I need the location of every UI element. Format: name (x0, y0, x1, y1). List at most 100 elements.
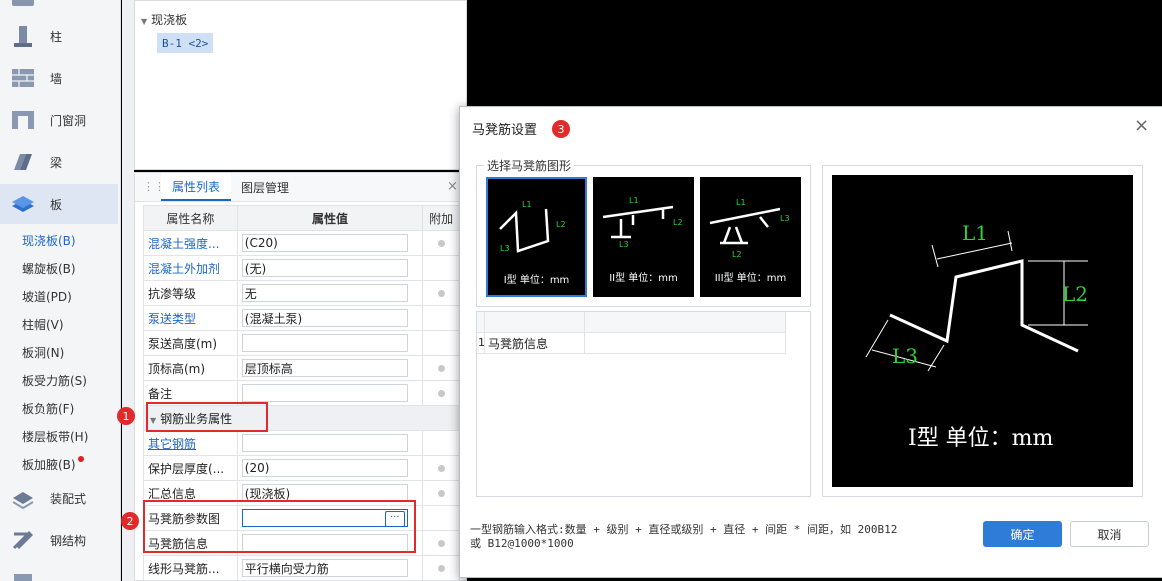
svg-text:L2: L2 (556, 220, 566, 229)
close-icon[interactable]: × (447, 179, 458, 194)
sidebar-item-beam[interactable]: 梁 (0, 142, 118, 182)
sidebar-sub-floor-strip[interactable]: 楼层板带(H) (22, 428, 88, 445)
table-row[interactable]: 混凝土外加剂 (无) (143, 255, 460, 281)
tree-group[interactable]: ▼ 现浇板 (141, 11, 187, 28)
sidebar-sub-cast-slab[interactable]: 现浇板(B) (22, 232, 76, 249)
shape-caption: III型 单位：mm (714, 273, 787, 284)
svg-text:L1: L1 (522, 200, 532, 209)
svg-text:L1: L1 (629, 196, 639, 205)
preview-image: L1 L2 L3 I型 单位：mm (832, 175, 1133, 487)
grid-icon (12, 0, 34, 6)
prop-value-field[interactable] (241, 384, 408, 402)
sidebar-item-label: 柱 (50, 29, 63, 44)
table-row[interactable]: 顶标高(m) 层顶标高 (143, 355, 460, 381)
table-row[interactable]: 线形马凳筋... 平行横向受力筋 (143, 555, 460, 581)
steel-structure-icon (10, 528, 36, 552)
tree-group-label: 现浇板 (151, 13, 188, 27)
label-l2: L2 (1062, 282, 1088, 306)
sidebar-item-prefab[interactable]: 装配式 (0, 478, 118, 518)
extra-checkbox[interactable] (437, 289, 445, 297)
tab-layer-management[interactable]: 图层管理 (235, 173, 295, 201)
extra-checkbox[interactable] (437, 239, 445, 247)
sidebar-item-label: 装配式 (50, 491, 87, 506)
table-row[interactable]: 保护层厚度(... (20) (143, 455, 460, 481)
svg-text:L1: L1 (736, 198, 746, 207)
prop-value-field[interactable]: (C20) (241, 234, 408, 252)
extra-checkbox[interactable] (437, 464, 445, 472)
extra-checkbox[interactable] (437, 539, 445, 547)
sidebar-item-label: 板 (50, 197, 63, 212)
prop-value-field[interactable]: (混凝土泵) (241, 309, 408, 327)
prop-value-field[interactable] (241, 434, 408, 452)
table-row[interactable]: 泵送高度(m) (143, 330, 460, 356)
prop-value-field[interactable]: 平行横向受力筋 (241, 559, 408, 577)
prop-value-field[interactable]: (无) (241, 259, 408, 277)
sidebar-sub-slab-hole[interactable]: 板洞(N) (22, 344, 64, 361)
table-row[interactable]: 抗渗等级 无 (143, 280, 460, 306)
stirrup-info-input[interactable] (585, 332, 784, 353)
table-row[interactable]: 1 马凳筋信息 (477, 332, 786, 354)
prop-value-field[interactable]: 无 (241, 284, 408, 302)
shape-caption: I型 单位：mm (503, 275, 570, 286)
door-window-icon (10, 108, 36, 132)
sidebar-sub-ramp[interactable]: 坡道(PD) (22, 288, 72, 305)
highlight-box-2 (143, 500, 416, 553)
sidebar-item-column[interactable]: 柱 (0, 16, 118, 56)
more-category-icon (10, 570, 36, 581)
row-label: 马凳筋信息 (488, 337, 549, 351)
svg-text:L3: L3 (500, 244, 510, 253)
annotation-badge-3: 3 (552, 120, 570, 138)
sidebar-sub-column-cap[interactable]: 柱帽(V) (22, 316, 64, 333)
prop-value-field[interactable] (241, 334, 408, 352)
svg-text:L2: L2 (673, 218, 683, 227)
annotation-badge-1: 1 (117, 407, 135, 425)
tree-expand-icon[interactable]: ▼ (141, 17, 147, 26)
splitter[interactable] (122, 0, 134, 581)
extra-checkbox[interactable] (437, 364, 445, 372)
sidebar-item-more[interactable] (0, 562, 118, 581)
preview-panel: L1 L2 L3 I型 单位：mm (822, 165, 1143, 497)
extra-checkbox[interactable] (437, 489, 445, 497)
prop-name: 泵送类型 (143, 305, 238, 331)
tab-property-list[interactable]: 属性列表 (161, 173, 231, 201)
sidebar-sub-slab-haunch[interactable]: 板加腋(B) (22, 456, 84, 473)
sidebar-item-label: 梁 (50, 155, 63, 170)
prop-value-field[interactable]: (20) (241, 459, 408, 477)
sidebar-item-wall[interactable]: 墙 (0, 58, 118, 98)
prop-name: 抗渗等级 (143, 280, 238, 306)
prop-value-field[interactable]: 层顶标高 (241, 359, 408, 377)
shape-option-type3[interactable]: L1 L3 L2 III型 单位：mm (700, 177, 801, 297)
tree-item-b1[interactable]: B-1 <2> (157, 33, 214, 53)
prop-name: 线形马凳筋... (143, 555, 238, 581)
sidebar-item-steel[interactable]: 钢结构 (0, 520, 118, 560)
shape-option-type2[interactable]: L1 L2 L3 II型 单位：mm (593, 177, 694, 297)
left-sidebar: 柱 墙 门窗洞 梁 板 现浇板(B) 螺旋板(B) 坡道(PD) 柱帽(V) 板… (0, 0, 121, 581)
stirrup-preview-drawing: L1 L2 L3 I型 单位：mm (865, 221, 1088, 451)
sidebar-item-door-window[interactable]: 门窗洞 (0, 100, 118, 140)
table-row[interactable]: 泵送类型 (混凝土泵) (143, 305, 460, 331)
close-icon[interactable]: × (1134, 115, 1149, 136)
sidebar-sub-spiral-slab[interactable]: 螺旋板(B) (22, 260, 76, 277)
prop-name[interactable]: 其它钢筋 (143, 430, 238, 456)
label-l3: L3 (892, 344, 918, 368)
sidebar-sub-negative-rebar[interactable]: 板负筋(F) (22, 400, 74, 417)
row-number: 1 (478, 336, 485, 349)
extra-checkbox[interactable] (437, 389, 445, 397)
beam-icon (10, 150, 36, 174)
sidebar-sub-slab-rebar[interactable]: 板受力筋(S) (22, 372, 87, 389)
preview-caption: I型 单位：mm (908, 426, 1054, 451)
table-row[interactable]: 混凝土强度... (C20) (143, 230, 460, 256)
header-value: 属性值 (236, 205, 424, 231)
cancel-button[interactable]: 取消 (1070, 521, 1149, 547)
sidebar-item-slab[interactable]: 板 (0, 184, 118, 224)
column-icon (10, 24, 36, 48)
table-row[interactable]: 其它钢筋 (143, 430, 460, 456)
sidebar-item-label: 钢结构 (50, 533, 87, 548)
shape-option-type1[interactable]: L1 L2 L3 I型 单位：mm (486, 177, 587, 297)
sidebar-sub-label: 板加腋(B) (22, 458, 76, 472)
extra-checkbox[interactable] (437, 564, 445, 572)
shape-group-label: 选择马凳筋图形 (484, 157, 575, 174)
ok-button[interactable]: 确定 (983, 521, 1062, 547)
component-tree: ▼ 现浇板 B-1 <2> (134, 0, 467, 170)
info-table-header (477, 312, 786, 353)
